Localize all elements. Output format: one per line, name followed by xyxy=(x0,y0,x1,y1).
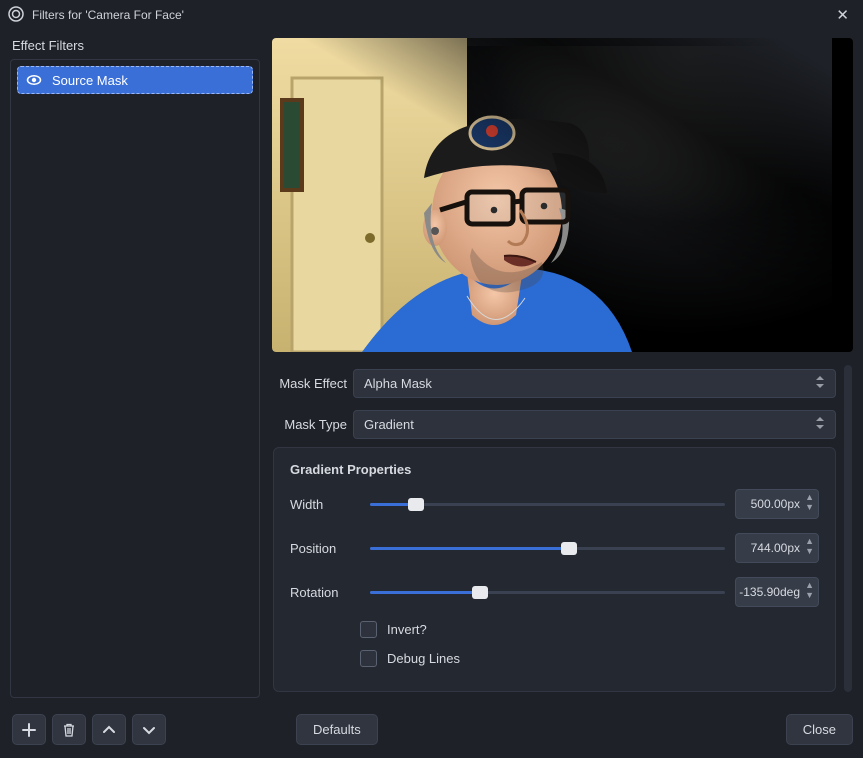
invert-label: Invert? xyxy=(387,622,427,637)
obs-logo-icon xyxy=(8,6,24,25)
mask-effect-label: Mask Effect xyxy=(273,376,347,391)
filter-list[interactable]: Source Mask xyxy=(10,59,260,698)
updown-icon xyxy=(815,375,825,392)
row-mask-type: Mask Type Gradient xyxy=(273,406,836,443)
width-thumb[interactable] xyxy=(408,498,424,511)
defaults-button[interactable]: Defaults xyxy=(296,714,378,745)
mask-type-select[interactable]: Gradient xyxy=(353,410,836,439)
rotation-fill xyxy=(370,591,480,594)
scrollbar[interactable] xyxy=(844,365,852,692)
filter-item-source-mask[interactable]: Source Mask xyxy=(17,66,253,94)
width-slider[interactable] xyxy=(370,495,725,513)
bottom-bar: Defaults Close xyxy=(0,704,863,755)
position-value-input[interactable]: 744.00px ▲▼ xyxy=(735,533,819,563)
sidebar-heading: Effect Filters xyxy=(10,38,260,53)
spinner-icon[interactable]: ▲▼ xyxy=(805,492,814,512)
position-slider[interactable] xyxy=(370,539,725,557)
rotation-thumb[interactable] xyxy=(472,586,488,599)
checkbox-icon xyxy=(360,621,377,638)
preview-image xyxy=(272,38,832,352)
position-value: 744.00px xyxy=(751,541,800,555)
row-rotation: Rotation -135.90deg ▲▼ xyxy=(290,577,819,607)
titlebar: Filters for 'Camera For Face' ✕ xyxy=(0,0,863,30)
rotation-value: -135.90deg xyxy=(739,585,800,599)
window-title: Filters for 'Camera For Face' xyxy=(32,8,830,22)
invert-checkbox[interactable]: Invert? xyxy=(360,621,819,638)
trash-icon xyxy=(62,723,76,737)
checkbox-icon xyxy=(360,650,377,667)
properties-panel: Mask Effect Alpha Mask Mask Type Gradien… xyxy=(272,364,853,693)
width-value-input[interactable]: 500.00px ▲▼ xyxy=(735,489,819,519)
plus-icon xyxy=(22,723,36,737)
debug-lines-label: Debug Lines xyxy=(387,651,460,666)
filter-item-label: Source Mask xyxy=(52,73,128,88)
gradient-panel-title: Gradient Properties xyxy=(290,462,819,477)
mask-effect-value: Alpha Mask xyxy=(364,376,432,391)
position-label: Position xyxy=(290,541,360,556)
chevron-down-icon xyxy=(143,724,155,736)
eye-icon xyxy=(26,72,42,88)
close-button[interactable]: Close xyxy=(786,714,853,745)
move-down-button[interactable] xyxy=(132,714,166,745)
mask-type-value: Gradient xyxy=(364,417,414,432)
spinner-icon[interactable]: ▲▼ xyxy=(805,536,814,556)
width-value: 500.00px xyxy=(751,497,800,511)
add-filter-button[interactable] xyxy=(12,714,46,745)
width-label: Width xyxy=(290,497,360,512)
gradient-properties-panel: Gradient Properties Width 500.00px ▲▼ xyxy=(273,447,836,692)
mask-effect-select[interactable]: Alpha Mask xyxy=(353,369,836,398)
sidebar: Effect Filters Source Mask xyxy=(10,38,260,698)
delete-filter-button[interactable] xyxy=(52,714,86,745)
right-column: Mask Effect Alpha Mask Mask Type Gradien… xyxy=(272,38,853,698)
position-fill xyxy=(370,547,569,550)
row-mask-effect: Mask Effect Alpha Mask xyxy=(273,365,836,402)
rotation-slider[interactable] xyxy=(370,583,725,601)
content-area: Effect Filters Source Mask xyxy=(0,30,863,698)
rotation-label: Rotation xyxy=(290,585,360,600)
close-icon[interactable]: ✕ xyxy=(830,2,855,28)
debug-lines-checkbox[interactable]: Debug Lines xyxy=(360,650,819,667)
preview-area xyxy=(272,38,853,352)
rotation-value-input[interactable]: -135.90deg ▲▼ xyxy=(735,577,819,607)
mask-type-label: Mask Type xyxy=(273,417,347,432)
updown-icon xyxy=(815,416,825,433)
spinner-icon[interactable]: ▲▼ xyxy=(805,580,814,600)
row-position: Position 744.00px ▲▼ xyxy=(290,533,819,563)
move-up-button[interactable] xyxy=(92,714,126,745)
chevron-up-icon xyxy=(103,724,115,736)
position-thumb[interactable] xyxy=(561,542,577,555)
row-width: Width 500.00px ▲▼ xyxy=(290,489,819,519)
